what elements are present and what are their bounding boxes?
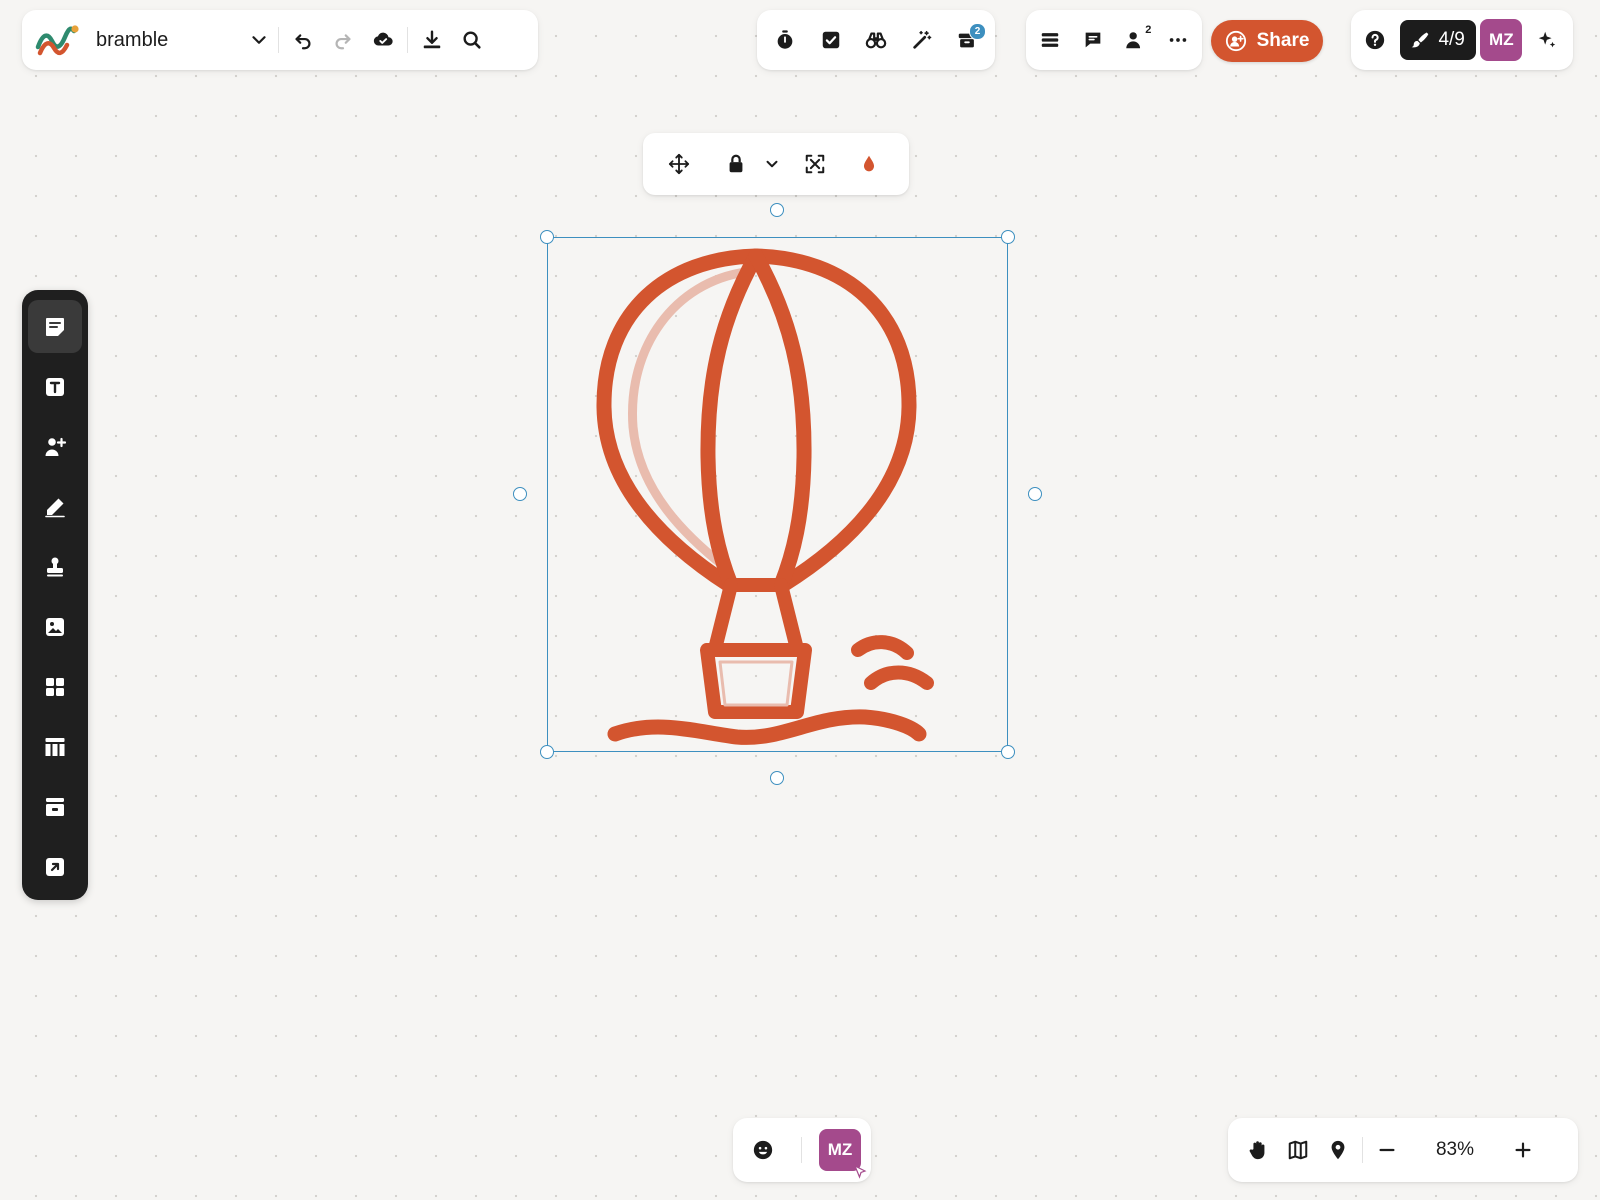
person-add-icon	[45, 437, 67, 456]
resize-handle-top-left[interactable]	[540, 230, 554, 244]
image-tool[interactable]	[28, 600, 82, 653]
board-panel: bramble	[22, 10, 538, 70]
task-check-icon[interactable]	[811, 20, 851, 60]
stamp-icon	[47, 557, 63, 576]
hand-pan-icon[interactable]	[1238, 1130, 1278, 1170]
lock-options-chevron-down-icon[interactable]	[761, 144, 783, 184]
table-tool[interactable]	[28, 720, 82, 773]
undo-icon[interactable]	[283, 20, 323, 60]
cursor-avatar-initials: MZ	[827, 1140, 853, 1159]
selection-toolbar	[643, 133, 909, 195]
binoculars-icon[interactable]	[856, 20, 896, 60]
archive-count-badge: 2	[969, 23, 986, 40]
divider	[1362, 1137, 1363, 1163]
divider	[407, 27, 408, 53]
cursor-pointer-icon	[853, 1165, 867, 1179]
board-name[interactable]: bramble	[96, 29, 244, 52]
pen-tool[interactable]	[28, 480, 82, 533]
share-button[interactable]: Share	[1211, 20, 1323, 62]
text-icon	[46, 377, 64, 396]
text-tool[interactable]	[28, 360, 82, 413]
resize-handle-bottom-left[interactable]	[540, 745, 554, 759]
sticky-note-tool[interactable]	[28, 300, 82, 353]
connector-handle-bottom[interactable]	[770, 771, 784, 785]
progress-text: 4/9	[1438, 29, 1465, 50]
download-icon[interactable]	[412, 20, 452, 60]
more-options-icon[interactable]	[1158, 20, 1198, 60]
redo-icon[interactable]	[323, 20, 363, 60]
avatar[interactable]: MZ	[1480, 19, 1523, 61]
zoom-out-icon[interactable]	[1367, 1130, 1407, 1170]
paint-brush-icon	[1412, 32, 1429, 48]
onboarding-progress-button[interactable]: 4/9	[1399, 20, 1476, 60]
left-toolbar	[22, 290, 88, 900]
account-panel: 4/9 MZ	[1351, 10, 1573, 70]
stamp-tool[interactable]	[28, 540, 82, 593]
cloud-saved-icon[interactable]	[363, 20, 403, 60]
timer-icon[interactable]	[765, 20, 805, 60]
map-view-icon[interactable]	[1278, 1130, 1318, 1170]
help-icon[interactable]	[1355, 20, 1395, 60]
divider	[800, 1137, 802, 1163]
selection-frame	[547, 237, 1008, 752]
grid-icon	[46, 677, 64, 696]
frame-tool[interactable]	[28, 780, 82, 833]
magic-wand-icon[interactable]	[902, 20, 942, 60]
resize-handle-bottom-right[interactable]	[1001, 745, 1015, 759]
zoom-level[interactable]: 83%	[1407, 1139, 1503, 1161]
resize-handle-top-right[interactable]	[1001, 230, 1015, 244]
pen-icon	[45, 498, 65, 517]
collaborators-icon[interactable]: 2	[1115, 20, 1155, 60]
person-add-tool[interactable]	[28, 420, 82, 473]
archive-box-icon[interactable]: 2	[947, 20, 987, 60]
table-icon	[45, 737, 65, 756]
embed-tool[interactable]	[28, 840, 82, 893]
move-icon[interactable]	[653, 144, 705, 184]
emoji-reaction-icon[interactable]	[743, 1130, 783, 1170]
divider	[278, 27, 279, 53]
sticky-note-icon	[46, 317, 64, 336]
connector-handle-right[interactable]	[1028, 487, 1042, 501]
reaction-panel: MZ	[733, 1118, 871, 1182]
share-person-icon	[1225, 30, 1246, 52]
sparkle-ai-icon[interactable]	[1527, 20, 1567, 60]
cursor-avatar[interactable]: MZ	[819, 1129, 867, 1179]
board-menu-chevron-down-icon[interactable]	[244, 20, 274, 60]
share-label: Share	[1256, 30, 1310, 51]
layers-menu-icon[interactable]	[1030, 20, 1070, 60]
zoom-panel: 83%	[1228, 1118, 1578, 1182]
search-icon[interactable]	[452, 20, 492, 60]
lock-icon[interactable]	[711, 144, 761, 184]
location-pin-icon[interactable]	[1318, 1130, 1358, 1170]
templates-tool[interactable]	[28, 660, 82, 713]
image-icon	[46, 617, 64, 636]
color-drop-icon[interactable]	[843, 144, 895, 184]
zoom-in-icon[interactable]	[1503, 1130, 1543, 1170]
collaborators-count: 2	[1145, 24, 1152, 36]
fit-to-screen-icon[interactable]	[789, 144, 841, 184]
connector-handle-top[interactable]	[770, 203, 784, 217]
app-logo[interactable]	[34, 20, 80, 60]
embed-arrow-icon	[46, 857, 64, 876]
tools-panel: 2	[757, 10, 995, 70]
connector-handle-left[interactable]	[513, 487, 527, 501]
collab-panel: 2	[1026, 10, 1202, 70]
comments-icon[interactable]	[1073, 20, 1113, 60]
frame-icon	[46, 797, 64, 816]
